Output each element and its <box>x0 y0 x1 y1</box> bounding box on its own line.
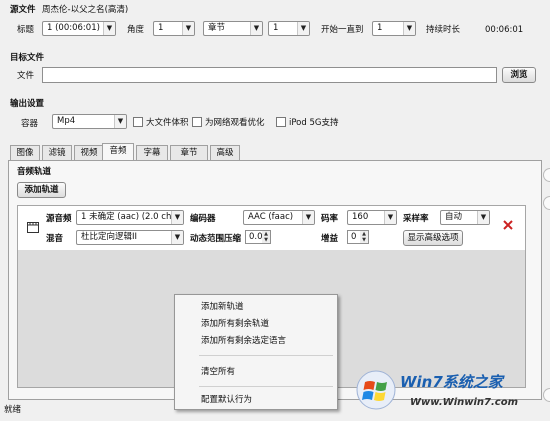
spin-down-icon[interactable]: ▼ <box>262 237 270 243</box>
menu-divider <box>199 386 333 387</box>
title-select[interactable]: 1 (00:06:01) ▼ <box>42 21 116 36</box>
bitrate-select[interactable]: 160 ▼ <box>347 210 397 225</box>
menu-item-add-selected-languages[interactable]: 添加所有剩余选定语言 <box>175 334 337 348</box>
tab-filters[interactable]: 滤镜 <box>42 145 72 160</box>
chevron-down-icon: ▼ <box>384 211 396 224</box>
menu-item-configure-defaults[interactable]: 配置默认行为 <box>175 393 337 407</box>
bitrate-label: 码率 <box>321 214 339 224</box>
duration-label: 持续时长 <box>426 25 461 35</box>
status-text: 就绪 <box>4 405 22 415</box>
web-optimize-label: 为网络观看优化 <box>205 118 265 128</box>
file-label: 文件 <box>17 71 35 81</box>
source-audio-label: 源音频 <box>46 214 72 224</box>
tab-chapters[interactable]: 章节 <box>170 145 208 160</box>
drc-label: 动态范围压缩 <box>190 234 242 244</box>
tab-subtitles[interactable]: 字幕 <box>136 145 168 160</box>
menu-item-add-new-track[interactable]: 添加新轨道 <box>175 300 337 314</box>
chevron-down-icon: ▼ <box>114 115 126 128</box>
mixdown-select[interactable]: 杜比定向逻辑II ▼ <box>76 230 184 245</box>
source-section-label: 源文件 <box>10 5 36 15</box>
tab-video[interactable]: 视频 <box>74 145 104 160</box>
container-label: 容器 <box>21 119 39 129</box>
chevron-down-icon: ▼ <box>171 231 183 244</box>
target-section-label: 目标文件 <box>10 53 45 63</box>
chevron-down-icon: ▼ <box>403 22 415 35</box>
chevron-down-icon: ▼ <box>182 22 194 35</box>
chevron-down-icon: ▼ <box>171 211 183 224</box>
output-section-label: 输出设置 <box>10 99 45 109</box>
menu-item-add-all-remaining[interactable]: 添加所有剩余轨道 <box>175 317 337 331</box>
chapter-mode-select[interactable]: 章节 ▼ <box>203 21 263 36</box>
chevron-down-icon: ▼ <box>477 211 489 224</box>
browse-button[interactable]: 浏览 <box>502 67 536 83</box>
angle-label: 角度 <box>127 25 145 35</box>
chapter-start-select[interactable]: 1 ▼ <box>268 21 310 36</box>
windows-logo-icon <box>356 370 396 410</box>
tab-audio[interactable]: 音频 <box>102 143 134 160</box>
title-label: 标题 <box>17 25 35 35</box>
spin-down-icon[interactable]: ▼ <box>360 237 368 243</box>
menu-divider <box>199 355 333 356</box>
chevron-down-icon: ▼ <box>302 211 314 224</box>
source-file-name: 周杰伦-以父之名(高清) <box>42 5 129 15</box>
large-file-label: 大文件体积 <box>146 118 189 128</box>
web-optimize-checkbox[interactable] <box>192 117 202 127</box>
chevron-down-icon: ▼ <box>250 22 262 35</box>
drc-spinner[interactable]: 0.0 ▲ ▼ <box>245 230 271 244</box>
angle-select[interactable]: 1 ▼ <box>153 21 195 36</box>
container-select[interactable]: Mp4 ▼ <box>52 114 127 129</box>
gain-label: 增益 <box>321 234 339 244</box>
add-track-button[interactable]: 添加轨道 <box>17 182 66 198</box>
context-menu: 添加新轨道 添加所有剩余轨道 添加所有剩余选定语言 清空所有 配置默认行为 <box>174 294 338 410</box>
watermark: Win7系统之家 Www.Winwin7.com <box>352 366 550 418</box>
encoder-select[interactable]: AAC (faac) ▼ <box>243 210 315 225</box>
remove-track-icon[interactable] <box>502 219 514 231</box>
show-advanced-button[interactable]: 显示高级选项 <box>403 230 463 246</box>
audio-tracks-label: 音频轨道 <box>17 167 52 177</box>
chevron-down-icon: ▼ <box>103 22 115 35</box>
range-label: 开始一直到 <box>321 25 364 35</box>
tab-picture[interactable]: 图像 <box>10 145 40 160</box>
encoder-label: 编码器 <box>190 214 216 224</box>
duration-value: 00:06:01 <box>485 25 524 35</box>
large-file-checkbox[interactable] <box>133 117 143 127</box>
tab-advanced[interactable]: 高级 <box>210 145 240 160</box>
menu-item-clear-all[interactable]: 清空所有 <box>175 365 337 379</box>
ipod-checkbox[interactable] <box>276 117 286 127</box>
drag-handle-icon[interactable] <box>27 222 39 233</box>
collapse-handle[interactable] <box>543 168 550 182</box>
ipod-label: iPod 5G支持 <box>289 118 339 128</box>
chapter-end-select[interactable]: 1 ▼ <box>372 21 416 36</box>
watermark-brand: Win7系统之家 <box>400 373 503 391</box>
mixdown-label: 混音 <box>46 234 64 244</box>
collapse-handle[interactable] <box>543 196 550 210</box>
samplerate-label: 采样率 <box>403 214 429 224</box>
gain-spinner[interactable]: 0 ▲ ▼ <box>347 230 369 244</box>
chevron-down-icon: ▼ <box>297 22 309 35</box>
source-audio-select[interactable]: 1 未确定 (aac) (2.0 ch) ▼ <box>76 210 184 225</box>
samplerate-select[interactable]: 自动 ▼ <box>440 210 490 225</box>
watermark-url: Www.Winwin7.com <box>410 397 519 408</box>
file-path-input[interactable] <box>42 67 497 83</box>
